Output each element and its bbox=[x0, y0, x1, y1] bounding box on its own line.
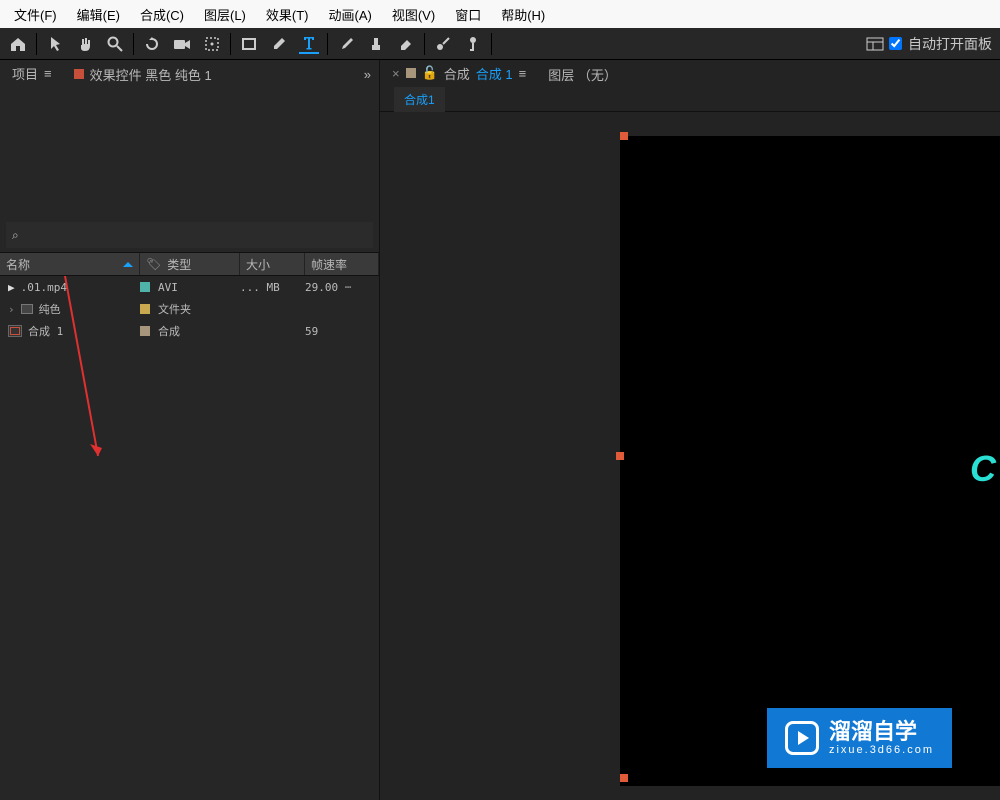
asset-table: 名称 🏷 类型 大小 帧速率 ▶ .01.mp4 AVI bbox=[0, 252, 379, 800]
brush-tool-icon[interactable] bbox=[336, 34, 356, 54]
effect-controls-tab[interactable]: 效果控件 黑色 纯色 1 bbox=[70, 59, 216, 90]
tag-icon: 🏷 bbox=[146, 257, 161, 271]
home-icon[interactable] bbox=[8, 34, 28, 54]
menu-window[interactable]: 窗口 bbox=[445, 5, 491, 24]
menu-effect[interactable]: 效果(T) bbox=[256, 5, 319, 24]
transform-handle[interactable] bbox=[616, 452, 624, 460]
menu-comp[interactable]: 合成(C) bbox=[130, 5, 194, 24]
menu-file[interactable]: 文件(F) bbox=[4, 5, 67, 24]
col-size[interactable]: 大小 bbox=[240, 253, 305, 275]
auto-open-panels-input[interactable] bbox=[889, 37, 902, 50]
col-name[interactable]: 名称 bbox=[0, 253, 140, 275]
camera-tool-icon[interactable] bbox=[172, 34, 192, 54]
menu-help[interactable]: 帮助(H) bbox=[491, 5, 555, 24]
panel-menu-icon[interactable]: ≡ bbox=[519, 66, 527, 81]
comp-icon bbox=[8, 325, 22, 337]
pan-behind-tool-icon[interactable] bbox=[202, 34, 222, 54]
canvas-content[interactable] bbox=[620, 136, 1000, 786]
table-row[interactable]: ▶ .01.mp4 AVI ... MB 29.00 ┅ bbox=[0, 276, 379, 298]
text-tool-icon[interactable] bbox=[299, 34, 319, 54]
asset-preview-area bbox=[0, 88, 379, 218]
composition-tab[interactable]: × 🔓 合成 合成 1 ≡ bbox=[388, 58, 530, 91]
eraser-tool-icon[interactable] bbox=[396, 34, 416, 54]
logo-text-main: 溜溜自学 bbox=[829, 720, 934, 744]
rectangle-tool-icon[interactable] bbox=[239, 34, 259, 54]
auto-open-panels-checkbox[interactable]: 自动打开面板 bbox=[889, 34, 992, 54]
menu-edit[interactable]: 编辑(E) bbox=[67, 5, 130, 24]
asset-color-chip bbox=[140, 282, 150, 292]
puppet-pin-tool-icon[interactable] bbox=[463, 34, 483, 54]
search-icon: ⌕ bbox=[12, 228, 19, 243]
col-type[interactable]: 🏷 类型 bbox=[140, 253, 240, 275]
twirl-icon[interactable]: › bbox=[8, 303, 15, 316]
roto-brush-tool-icon[interactable] bbox=[433, 34, 453, 54]
panel-overflow-icon[interactable]: » bbox=[364, 67, 371, 82]
menu-view[interactable]: 视图(V) bbox=[382, 5, 445, 24]
rotation-tool-icon[interactable] bbox=[142, 34, 162, 54]
selection-tool-icon[interactable] bbox=[45, 34, 65, 54]
twirl-icon[interactable]: ▶ bbox=[8, 281, 15, 294]
col-fps[interactable]: 帧速率 bbox=[305, 253, 379, 275]
watermark-logo: 溜溜自学 zixue.3d66.com bbox=[767, 708, 952, 768]
composition-panel: × 🔓 合成 合成 1 ≡ 图层 （无） 合成1 C bbox=[380, 60, 1000, 800]
asset-color-chip bbox=[140, 304, 150, 314]
zoom-tool-icon[interactable] bbox=[105, 34, 125, 54]
auto-open-panels-label: 自动打开面板 bbox=[908, 34, 992, 54]
transform-handle[interactable] bbox=[620, 132, 628, 140]
lock-icon[interactable]: 🔓 bbox=[422, 65, 438, 81]
transform-handle[interactable] bbox=[620, 774, 628, 782]
hand-tool-icon[interactable] bbox=[75, 34, 95, 54]
canvas-area[interactable]: C bbox=[380, 112, 1000, 800]
pen-tool-icon[interactable] bbox=[269, 34, 289, 54]
asset-color-chip bbox=[140, 326, 150, 336]
sort-asc-icon bbox=[123, 262, 133, 267]
play-icon bbox=[785, 721, 819, 755]
toolbar: 自动打开面板 bbox=[0, 28, 1000, 60]
layer-tab[interactable]: 图层 （无） bbox=[544, 59, 621, 90]
graph-icon: ┅ bbox=[345, 281, 352, 294]
project-panel: 项目 ≡ 效果控件 黑色 纯色 1 » ⌕ 名称 bbox=[0, 60, 380, 800]
color-swatch-icon bbox=[74, 69, 84, 79]
clone-stamp-tool-icon[interactable] bbox=[366, 34, 386, 54]
canvas-text-glyph: C bbox=[970, 448, 996, 490]
project-search-input[interactable] bbox=[23, 228, 367, 243]
folder-icon bbox=[21, 304, 33, 314]
logo-text-sub: zixue.3d66.com bbox=[829, 744, 934, 756]
panel-layout-icon[interactable] bbox=[865, 34, 885, 54]
comp-color-chip bbox=[406, 68, 416, 78]
menu-anim[interactable]: 动画(A) bbox=[319, 5, 382, 24]
table-row[interactable]: 合成 1 合成 59 bbox=[0, 320, 379, 342]
menu-bar: 文件(F) 编辑(E) 合成(C) 图层(L) 效果(T) 动画(A) 视图(V… bbox=[0, 0, 1000, 28]
table-row[interactable]: › 纯色 文件夹 bbox=[0, 298, 379, 320]
project-tab[interactable]: 项目 ≡ bbox=[8, 58, 56, 91]
comp-breadcrumb[interactable]: 合成1 bbox=[394, 87, 445, 112]
menu-layer[interactable]: 图层(L) bbox=[194, 5, 256, 24]
panel-menu-icon[interactable]: ≡ bbox=[44, 66, 52, 81]
project-search[interactable]: ⌕ bbox=[6, 222, 373, 248]
